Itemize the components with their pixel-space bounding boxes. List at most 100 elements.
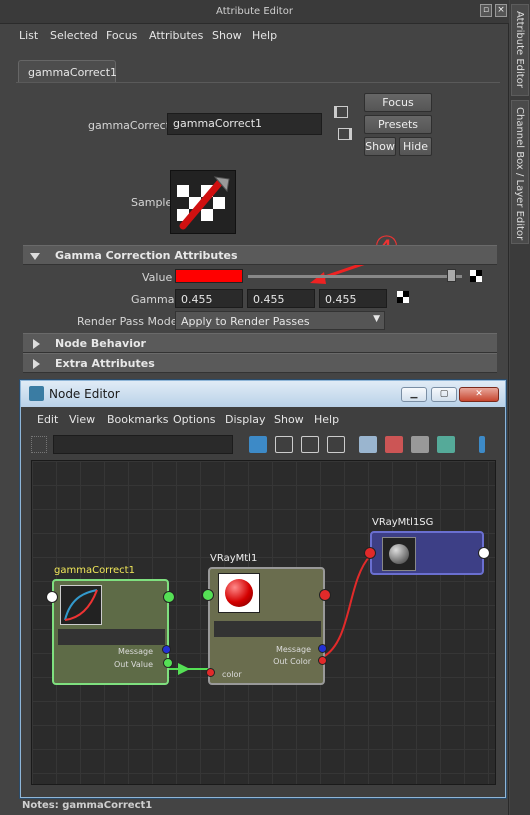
menu-bar: List Selected Focus Attributes Show Help xyxy=(0,24,509,48)
gamma-label: Gamma xyxy=(131,293,175,306)
more-icon[interactable] xyxy=(479,436,485,453)
menu-edit[interactable]: Edit xyxy=(37,413,58,426)
sample-swatch xyxy=(170,170,236,234)
node-title: VRayMtl1SG xyxy=(372,517,434,528)
gamma-y-field[interactable]: 0.455 xyxy=(247,289,315,308)
close-icon[interactable]: × xyxy=(495,4,507,17)
layout-icon[interactable] xyxy=(437,436,455,453)
render-pass-dropdown[interactable]: Apply to Render Passes ▼ xyxy=(175,311,385,330)
value-slider-handle[interactable] xyxy=(446,269,456,282)
tab-divider xyxy=(16,82,500,83)
menu-help[interactable]: Help xyxy=(314,413,339,426)
out-value-attr-label: Out Value xyxy=(113,660,153,669)
menu-show[interactable]: Show xyxy=(274,413,304,426)
maya-icon xyxy=(29,386,44,401)
window-title: Attribute Editor xyxy=(216,6,293,17)
tab-label: Attribute Editor xyxy=(514,11,525,88)
tab-channel-box[interactable]: Channel Box / Layer Editor xyxy=(511,100,529,244)
render-pass-label: Render Pass Mode xyxy=(77,315,178,328)
texture-map-icon[interactable] xyxy=(470,270,482,282)
output-port[interactable] xyxy=(478,547,490,559)
node-swatch-bar xyxy=(58,629,165,645)
color-attr-label: color xyxy=(222,670,242,679)
node-name-field[interactable]: gammaCorrect1 xyxy=(167,113,322,135)
section-title: Extra Attributes xyxy=(55,357,155,370)
input-port[interactable] xyxy=(364,547,376,559)
message-port[interactable] xyxy=(318,644,327,653)
node-vraymtl1sg[interactable]: VRayMtl1SG xyxy=(364,517,490,575)
menu-help[interactable]: Help xyxy=(252,29,277,42)
message-attr-label: Message xyxy=(117,647,153,656)
node-name-label: gammaCorrect: xyxy=(88,119,174,132)
node-swatch-bar xyxy=(214,621,321,637)
value-label: Value xyxy=(142,271,173,284)
value-slider-track[interactable] xyxy=(248,275,462,278)
section-title: Node Behavior xyxy=(55,337,146,350)
color-input-port[interactable] xyxy=(206,668,215,677)
menu-attributes[interactable]: Attributes xyxy=(149,29,203,42)
input-connection-icon[interactable] xyxy=(334,106,348,118)
out-color-port[interactable] xyxy=(318,656,327,665)
input-connections-icon[interactable] xyxy=(275,436,293,453)
value-color-swatch[interactable] xyxy=(175,269,243,283)
output-connection-icon[interactable] xyxy=(338,128,352,140)
message-port[interactable] xyxy=(162,645,171,654)
node-editor-title-bar: Node Editor ▁ ▢ ✕ xyxy=(21,381,505,407)
gamma-x-field[interactable]: 0.455 xyxy=(175,289,243,308)
gamma-z-field[interactable]: 0.455 xyxy=(319,289,387,308)
menu-bookmarks[interactable]: Bookmarks xyxy=(107,413,168,426)
maximize-icon[interactable]: ▢ xyxy=(431,387,457,402)
menu-list[interactable]: List xyxy=(19,29,38,42)
tab-gammacorrect1[interactable]: gammaCorrect1 xyxy=(18,60,117,82)
gamma-curve-icon xyxy=(60,585,102,625)
output-port[interactable] xyxy=(319,589,331,601)
show-button[interactable]: Show xyxy=(364,137,396,156)
close-icon[interactable]: ✕ xyxy=(459,387,499,402)
section-node-behavior[interactable]: Node Behavior xyxy=(23,333,497,353)
swap-icon[interactable] xyxy=(249,436,267,453)
search-field[interactable] xyxy=(53,435,233,454)
clear-graph-icon[interactable] xyxy=(359,436,377,453)
presets-button[interactable]: Presets xyxy=(364,115,432,134)
input-port[interactable] xyxy=(202,589,214,601)
node-gammacorrect1[interactable]: gammaCorrect1 Message Out Value xyxy=(46,565,175,685)
menu-view[interactable]: View xyxy=(69,413,95,426)
minimize-icon[interactable]: ▁ xyxy=(401,387,427,402)
node-editor-window: Node Editor ▁ ▢ ✕ Edit View Bookmarks Op… xyxy=(20,380,506,798)
section-extra-attributes[interactable]: Extra Attributes xyxy=(23,353,497,373)
drag-handle-icon[interactable] xyxy=(31,436,47,453)
side-tab-bar: Attribute Editor Channel Box / Layer Edi… xyxy=(510,0,530,815)
menu-display[interactable]: Display xyxy=(225,413,266,426)
input-port[interactable] xyxy=(46,591,58,603)
title-bar: Attribute Editor ▫ × xyxy=(0,0,509,24)
texture-map-icon[interactable] xyxy=(397,291,409,303)
add-selected-icon[interactable] xyxy=(385,436,403,453)
menu-selected[interactable]: Selected xyxy=(50,29,98,42)
float-icon[interactable]: ▫ xyxy=(480,4,492,17)
render-pass-value: Apply to Render Passes xyxy=(181,315,310,328)
remove-selected-icon[interactable] xyxy=(411,436,429,453)
notes-label: Notes: gammaCorrect1 xyxy=(22,800,153,811)
input-output-connections-icon[interactable] xyxy=(301,436,319,453)
tab-attribute-editor[interactable]: Attribute Editor xyxy=(511,4,529,96)
node-title: VRayMtl1 xyxy=(210,553,258,564)
sample-label: Sample xyxy=(131,196,173,209)
out-color-attr-label: Out Color xyxy=(273,657,311,666)
tab-label: Channel Box / Layer Editor xyxy=(514,107,525,241)
expand-right-icon xyxy=(33,339,40,349)
expand-down-icon xyxy=(30,253,40,260)
menu-focus[interactable]: Focus xyxy=(106,29,137,42)
section-gamma-correction[interactable]: Gamma Correction Attributes xyxy=(23,245,497,265)
hide-button[interactable]: Hide xyxy=(399,137,432,156)
node-editor-toolbar xyxy=(29,432,497,458)
out-value-port[interactable] xyxy=(163,658,173,668)
output-port[interactable] xyxy=(163,591,175,603)
output-connections-icon[interactable] xyxy=(327,436,345,453)
node-vraymtl1[interactable]: VRayMtl1 Message Out Color color xyxy=(202,553,331,685)
node-graph-canvas[interactable]: gammaCorrect1 Message Out Value VRayMtl1… xyxy=(31,460,496,785)
gamma-brush-icon xyxy=(177,176,230,230)
menu-show[interactable]: Show xyxy=(212,29,242,42)
focus-button[interactable]: Focus xyxy=(364,93,432,112)
menu-options[interactable]: Options xyxy=(173,413,215,426)
node-editor-menu: Edit View Bookmarks Options Display Show… xyxy=(29,410,497,432)
